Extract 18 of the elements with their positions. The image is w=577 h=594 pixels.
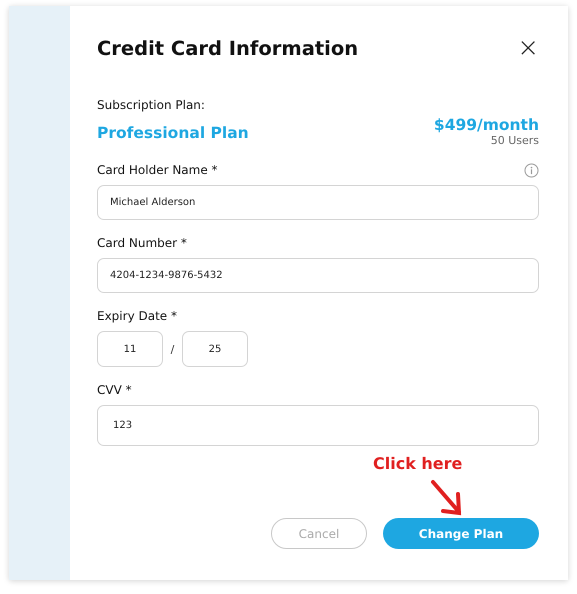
annotation-text: Click here — [373, 454, 462, 473]
info-icon[interactable] — [524, 162, 539, 178]
name-field[interactable]: Michael Alderson — [97, 185, 539, 220]
field-label: Card Number * — [97, 236, 187, 250]
year-field[interactable]: 25 — [182, 331, 248, 367]
field-label: Card Holder Name * — [97, 163, 218, 177]
card-number-field[interactable]: 4204-1234-9876-5432 — [97, 258, 539, 293]
user-count: 50 Users — [490, 134, 539, 147]
plan-name: Professional Plan — [97, 124, 249, 142]
dialog-title: Credit Card Information — [97, 36, 358, 60]
month-field[interactable]: 11 — [97, 331, 163, 367]
plan-price: $499/month — [434, 116, 539, 134]
close-button[interactable]: × — [517, 37, 539, 59]
field-label: Expiry Date * — [97, 309, 177, 323]
date-separator: / — [170, 342, 176, 356]
plan-label: Subscription Plan: — [97, 98, 206, 114]
cvv-field[interactable]: 123 — [97, 405, 539, 446]
field-label: CVV * — [97, 383, 132, 397]
